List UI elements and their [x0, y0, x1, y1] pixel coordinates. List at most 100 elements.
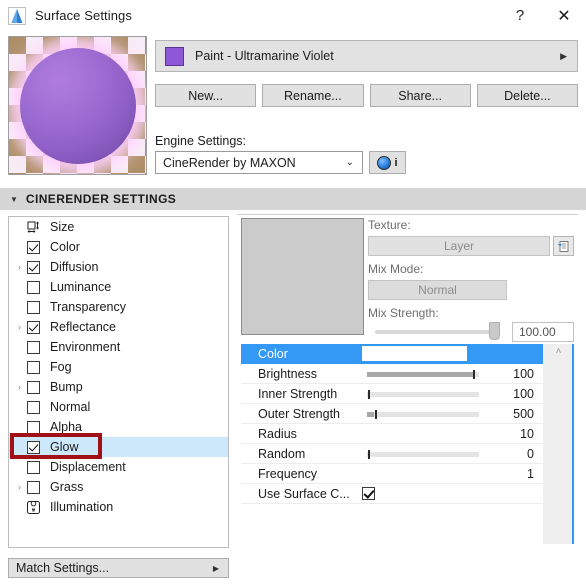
tree-item-bump[interactable]: › Bump	[9, 377, 228, 397]
property-row[interactable]: Brightness 100	[241, 364, 543, 384]
property-name: Color	[258, 346, 288, 361]
glow-color-swatch[interactable]	[362, 346, 467, 361]
texture-browse-icon[interactable]	[553, 236, 574, 256]
expand-arrow-icon[interactable]: ›	[12, 482, 27, 492]
property-row[interactable]: Frequency 1	[241, 464, 543, 484]
tree-item-alpha[interactable]: Alpha	[9, 417, 228, 437]
new-button[interactable]: New...	[155, 84, 257, 107]
tree-item-normal[interactable]: Normal	[9, 397, 228, 417]
help-button[interactable]: ?	[498, 0, 542, 31]
rename-button[interactable]: Rename...	[262, 84, 364, 107]
property-value[interactable]: 0	[527, 447, 534, 461]
checkbox-luminance[interactable]	[27, 280, 40, 294]
globe-icon	[377, 155, 392, 170]
tree-item-environment[interactable]: Environment	[9, 337, 228, 357]
checkbox-glow[interactable]	[27, 440, 40, 454]
property-row[interactable]: Use Surface C...	[241, 484, 543, 504]
tree-item-displacement[interactable]: Displacement	[9, 457, 228, 477]
match-settings-button[interactable]: Match Settings... ▶	[8, 558, 229, 578]
tree-item-glow[interactable]: Glow	[9, 437, 228, 457]
tree-item-color[interactable]: Color	[9, 237, 228, 257]
checkbox-alpha[interactable]	[27, 420, 40, 434]
slider-track	[367, 452, 479, 457]
cinerender-settings-header[interactable]: ▼ CINERENDER SETTINGS	[0, 188, 586, 210]
texture-field[interactable]: Layer	[368, 236, 550, 256]
tree-item-grass[interactable]: › Grass	[9, 477, 228, 497]
tree-item-luminance[interactable]: Luminance	[9, 277, 228, 297]
checkbox-normal[interactable]	[27, 400, 40, 414]
checkbox-color[interactable]	[27, 240, 40, 254]
checkbox-environment[interactable]	[27, 340, 40, 354]
property-name: Outer Strength	[258, 406, 340, 421]
slider-handle[interactable]	[473, 370, 476, 379]
property-slider[interactable]	[362, 450, 482, 459]
match-settings-label: Match Settings...	[16, 561, 110, 575]
property-name: Radius	[258, 426, 297, 441]
engine-dropdown[interactable]: CineRender by MAXON ⌄	[155, 151, 363, 174]
material-actions: New... Rename... Share... Delete...	[155, 84, 578, 107]
tree-item-label: Fog	[50, 360, 72, 374]
mix-strength-slider[interactable]	[375, 330, 495, 334]
expand-arrow-icon[interactable]: ›	[12, 262, 27, 272]
property-value[interactable]: 1	[527, 467, 534, 481]
mix-strength-value-field[interactable]: 100.00	[512, 322, 574, 342]
mix-strength-label: Mix Strength:	[368, 306, 439, 320]
property-row[interactable]: Inner Strength 100	[241, 384, 543, 404]
tree-item-transparency[interactable]: Transparency	[9, 297, 228, 317]
engine-info-button[interactable]: i	[369, 151, 406, 174]
mix-mode-field[interactable]: Normal	[368, 280, 507, 300]
slider-handle[interactable]	[368, 390, 371, 399]
property-value[interactable]: 100	[513, 367, 534, 381]
chevron-right-icon[interactable]: ▶	[560, 51, 567, 62]
tree-item-label: Luminance	[50, 280, 112, 294]
checkbox-transparency[interactable]	[27, 300, 40, 314]
checkbox-grass[interactable]	[27, 480, 40, 494]
slider-fill	[367, 412, 374, 417]
checkbox-diffusion[interactable]	[27, 260, 40, 274]
title-bar: Surface Settings ? ✕	[0, 0, 586, 31]
tree-item-label: Transparency	[50, 300, 126, 314]
property-row[interactable]: Radius 10	[241, 424, 543, 444]
texture-thumbnail[interactable]	[241, 218, 364, 335]
property-row[interactable]: Outer Strength 500	[241, 404, 543, 424]
property-row[interactable]: Color	[241, 344, 543, 364]
checkbox-fog[interactable]	[27, 360, 40, 374]
property-row[interactable]: Random 0	[241, 444, 543, 464]
close-button[interactable]: ✕	[542, 0, 586, 31]
property-slider[interactable]	[362, 390, 482, 399]
expand-arrow-icon[interactable]: ›	[12, 322, 27, 332]
slider-handle[interactable]	[368, 450, 371, 459]
delete-button[interactable]: Delete...	[476, 84, 578, 107]
properties-scrollbar[interactable]: ˄	[543, 344, 574, 544]
tree-item-illumination[interactable]: Illumination	[9, 497, 228, 517]
tree-item-size[interactable]: Size	[9, 217, 228, 237]
checkbox-reflectance[interactable]	[27, 320, 40, 334]
channel-tree[interactable]: Size Color › Diffusion Luminance Transparency…	[8, 216, 229, 548]
glow-channel-panel: Texture: Layer Mix Mode: Normal Mix Stre…	[237, 216, 578, 548]
share-button[interactable]: Share...	[369, 84, 471, 107]
property-value[interactable]: 10	[520, 427, 534, 441]
glow-properties-table[interactable]: Color Brightness 100 Inner Strength 100 Outer…	[241, 344, 578, 544]
checkbox-displacement[interactable]	[27, 460, 40, 474]
expand-arrow-icon[interactable]: ›	[12, 382, 27, 392]
property-value[interactable]: 100	[513, 387, 534, 401]
mix-strength-value: 100.00	[519, 325, 556, 339]
material-selector[interactable]: Paint - Ultramarine Violet ▶	[155, 40, 578, 72]
tree-item-label: Displacement	[50, 460, 126, 474]
slider-handle[interactable]	[374, 410, 377, 419]
property-slider[interactable]	[362, 370, 482, 379]
mix-strength-slider-handle[interactable]	[489, 322, 500, 340]
checkbox-bump[interactable]	[27, 380, 40, 394]
tree-item-fog[interactable]: Fog	[9, 357, 228, 377]
tree-item-diffusion[interactable]: › Diffusion	[9, 257, 228, 277]
property-value[interactable]: 500	[513, 407, 534, 421]
surface-preview[interactable]	[8, 36, 147, 175]
scroll-up-icon[interactable]: ˄	[543, 346, 574, 357]
property-slider[interactable]	[362, 410, 482, 419]
property-name: Brightness	[258, 366, 318, 381]
use-surface-color-checkbox[interactable]	[362, 487, 375, 500]
tree-item-reflectance[interactable]: › Reflectance	[9, 317, 228, 337]
archicad-icon	[8, 6, 26, 25]
info-icon: i	[394, 156, 398, 169]
tree-item-label: Diffusion	[50, 260, 99, 274]
